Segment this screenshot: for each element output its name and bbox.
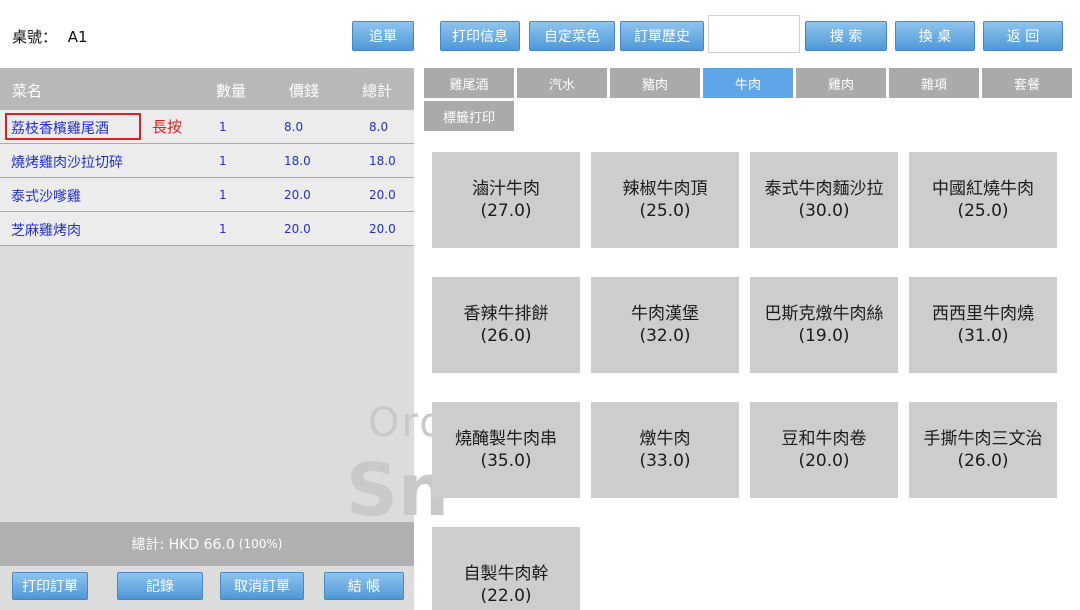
order-item-total: 20.0: [369, 188, 396, 202]
add-order-button[interactable]: 追單: [352, 21, 414, 51]
order-total-text: 總計: HKD 66.0: [131, 537, 235, 553]
order-item-total: 20.0: [369, 222, 396, 236]
category-tab-soda[interactable]: 汽水: [517, 68, 607, 98]
order-item-price: 18.0: [284, 154, 311, 168]
category-tab-beef[interactable]: 牛肉: [703, 68, 793, 98]
menu-item-price: (32.0): [639, 326, 691, 346]
table-number-value: A1: [67, 28, 88, 46]
order-item-price: 8.0: [284, 120, 304, 134]
column-header-total: 總計: [362, 82, 393, 100]
cancel-order-button[interactable]: 取消訂單: [220, 572, 304, 600]
order-row[interactable]: 燒烤雞肉沙拉切碎 1 18.0 18.0: [0, 144, 414, 178]
menu-item[interactable]: 辣椒牛肉頂 (25.0): [591, 152, 739, 248]
checkout-button[interactable]: 結 帳: [324, 572, 404, 600]
menu-item-price: (22.0): [480, 586, 532, 606]
order-row[interactable]: 泰式沙嗲雞 1 20.0 20.0: [0, 178, 414, 212]
change-table-button[interactable]: 換 桌: [895, 21, 975, 51]
menu-item-price: (30.0): [798, 201, 850, 221]
menu-item-name: 燒醃製牛肉串: [455, 429, 557, 449]
category-tab-label-print[interactable]: 標籤打印: [424, 101, 514, 131]
order-item-price: 20.0: [284, 188, 311, 202]
custom-dish-button[interactable]: 自定菜色: [529, 21, 615, 51]
table-number-label: 桌號： A1: [12, 26, 88, 47]
print-order-button[interactable]: 打印訂單: [12, 572, 88, 600]
menu-item[interactable]: 燉牛肉 (33.0): [591, 402, 739, 498]
menu-item-name: 香辣牛排餅: [463, 304, 549, 324]
order-item-price: 20.0: [284, 222, 311, 236]
menu-item-name: 牛肉漢堡: [631, 304, 699, 324]
menu-item[interactable]: 豆和牛肉卷 (20.0): [750, 402, 898, 498]
column-header-qty: 數量: [216, 82, 247, 100]
menu-item[interactable]: 中國紅燒牛肉 (25.0): [909, 152, 1057, 248]
menu-item[interactable]: 手撕牛肉三文治 (26.0): [909, 402, 1057, 498]
menu-item[interactable]: 泰式牛肉麵沙拉 (30.0): [750, 152, 898, 248]
order-item-qty: 1: [219, 222, 227, 236]
menu-item-name: 辣椒牛肉頂: [622, 179, 708, 199]
order-item-qty: 1: [219, 154, 227, 168]
menu-item[interactable]: 滷汁牛肉 (27.0): [432, 152, 580, 248]
menu-item-name: 手撕牛肉三文治: [923, 429, 1043, 449]
table-label-text: 桌號：: [12, 28, 58, 46]
order-item-total: 18.0: [369, 154, 396, 168]
category-tab-set-meal[interactable]: 套餐: [982, 68, 1072, 98]
order-history-button[interactable]: 訂單歷史: [620, 21, 704, 51]
order-row[interactable]: 荔枝香檳雞尾酒 長按 1 8.0 8.0: [0, 110, 414, 144]
order-total-bar: 總計: HKD 66.0 (100%): [0, 522, 414, 566]
order-item-qty: 1: [219, 188, 227, 202]
search-button[interactable]: 搜 索: [805, 21, 887, 51]
menu-item-name: 自製牛肉幹: [463, 564, 549, 584]
print-info-button[interactable]: 打印信息: [440, 21, 520, 51]
menu-item-name: 中國紅燒牛肉: [932, 179, 1034, 199]
menu-item-price: (20.0): [798, 451, 850, 471]
column-header-name: 菜名: [12, 82, 43, 100]
order-row[interactable]: 芝麻雞烤肉 1 20.0 20.0: [0, 212, 414, 246]
order-item-name: 荔枝香檳雞尾酒: [11, 121, 109, 137]
menu-item-price: (35.0): [480, 451, 532, 471]
menu-item[interactable]: 牛肉漢堡 (32.0): [591, 277, 739, 373]
menu-item-price: (26.0): [480, 326, 532, 346]
menu-item[interactable]: 自製牛肉幹 (22.0): [432, 527, 580, 610]
menu-item[interactable]: 西西里牛肉燒 (31.0): [909, 277, 1057, 373]
menu-item-price: (27.0): [480, 201, 532, 221]
menu-item[interactable]: 香辣牛排餅 (26.0): [432, 277, 580, 373]
menu-item-name: 巴斯克燉牛肉絲: [764, 304, 884, 324]
category-tab-pork[interactable]: 豬肉: [610, 68, 700, 98]
order-item-name: 泰式沙嗲雞: [11, 189, 81, 205]
column-header-price: 價錢: [289, 82, 320, 100]
menu-item-price: (25.0): [957, 201, 1009, 221]
order-item-total: 8.0: [369, 120, 389, 134]
category-tab-chicken[interactable]: 雞肉: [796, 68, 886, 98]
order-actions-bar: 打印訂單 記錄 取消訂單 結 帳: [0, 566, 414, 610]
menu-item-name: 西西里牛肉燒: [932, 304, 1034, 324]
menu-item-name: 滷汁牛肉: [472, 179, 540, 199]
menu-item[interactable]: 燒醃製牛肉串 (35.0): [432, 402, 580, 498]
menu-item-name: 泰式牛肉麵沙拉: [764, 179, 884, 199]
menu-item-name: 豆和牛肉卷: [781, 429, 867, 449]
order-item-name: 燒烤雞肉沙拉切碎: [11, 155, 123, 171]
menu-item-price: (31.0): [957, 326, 1009, 346]
category-tab-cocktail[interactable]: 雞尾酒: [424, 68, 514, 98]
category-tab-misc[interactable]: 雜項: [889, 68, 979, 98]
order-total-percent: (100%): [238, 537, 283, 551]
menu-item-name: 燉牛肉: [639, 429, 691, 449]
order-item-name: 芝麻雞烤肉: [11, 223, 81, 239]
long-press-hint: 長按: [152, 118, 183, 136]
menu-item-price: (33.0): [639, 451, 691, 471]
search-input[interactable]: [708, 15, 800, 53]
menu-item-price: (19.0): [798, 326, 850, 346]
order-table-header: 菜名 數量 價錢 總計: [0, 68, 414, 110]
back-button[interactable]: 返 回: [983, 21, 1063, 51]
menu-item-price: (26.0): [957, 451, 1009, 471]
records-button[interactable]: 記錄: [117, 572, 203, 600]
menu-item[interactable]: 巴斯克燉牛肉絲 (19.0): [750, 277, 898, 373]
order-item-qty: 1: [219, 120, 227, 134]
menu-item-price: (25.0): [639, 201, 691, 221]
